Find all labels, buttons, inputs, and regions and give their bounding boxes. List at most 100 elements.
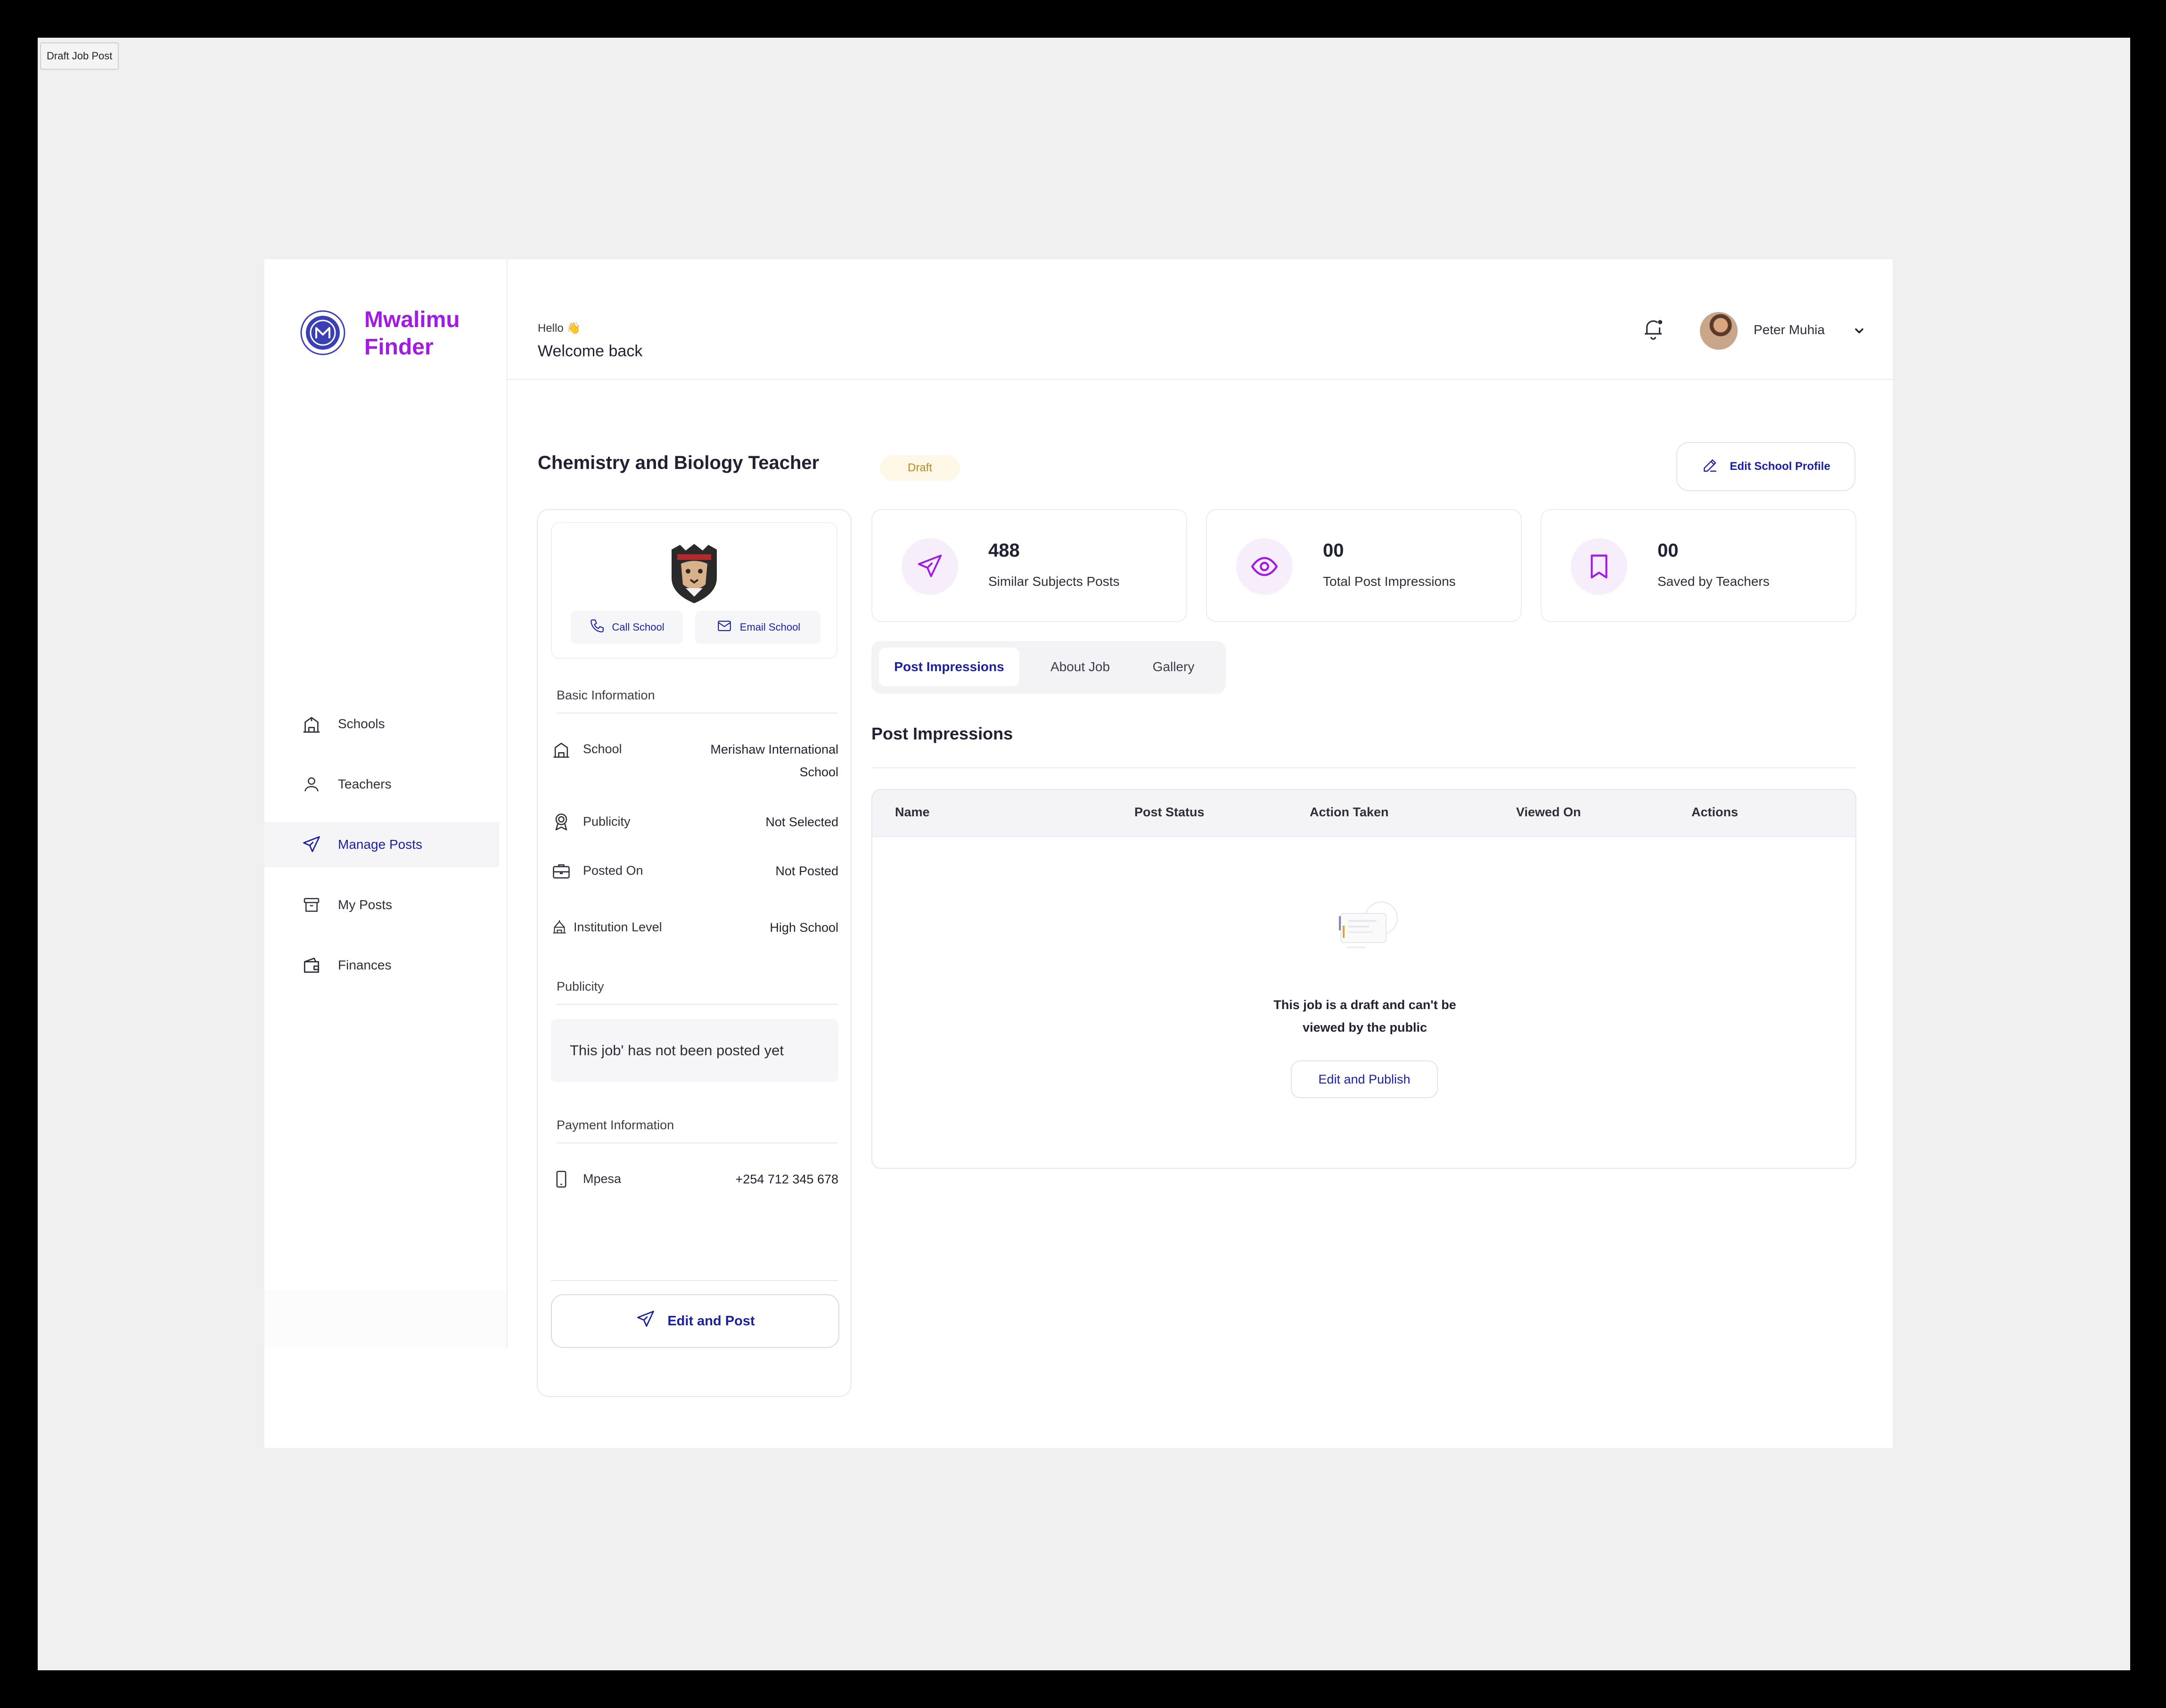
tab-about-job[interactable]: About Job bbox=[1032, 648, 1129, 686]
stat-card-similar-posts: 488 Similar Subjects Posts bbox=[871, 509, 1187, 622]
stat-value: 488 bbox=[988, 540, 1020, 561]
wallet-icon bbox=[300, 954, 323, 977]
stat-value: 00 bbox=[1323, 540, 1344, 561]
empty-state-illustration bbox=[1332, 899, 1402, 961]
page-title: Chemistry and Biology Teacher bbox=[538, 452, 820, 473]
empty-state-line2: viewed by the public bbox=[1302, 1020, 1428, 1035]
info-row-school: School Merishaw International School bbox=[551, 739, 838, 784]
school-contact-box: Call School Email School bbox=[551, 522, 837, 659]
brand-logo[interactable] bbox=[300, 310, 345, 355]
sidebar: Mwalimu Finder Schools Teachers Manage P… bbox=[264, 259, 508, 1348]
mobile-phone-icon bbox=[551, 1169, 572, 1190]
user-name[interactable]: Peter Muhia bbox=[1754, 322, 1825, 337]
briefcase-icon bbox=[551, 861, 572, 881]
sidebar-item-manage-posts[interactable]: Manage Posts bbox=[264, 822, 499, 867]
divider bbox=[557, 713, 837, 714]
edit-and-post-label: Edit and Post bbox=[667, 1313, 755, 1329]
chevron-down-icon[interactable] bbox=[1853, 324, 1866, 337]
archive-box-icon bbox=[300, 894, 323, 916]
institution-icon bbox=[551, 917, 568, 938]
stat-label: Similar Subjects Posts bbox=[988, 574, 1120, 589]
info-row-posted-on: Posted On Not Posted bbox=[551, 861, 838, 884]
payment-row: Mpesa +254 712 345 678 bbox=[551, 1169, 838, 1192]
stat-card-total-impressions: 00 Total Post Impressions bbox=[1206, 509, 1522, 622]
info-label: Publicity bbox=[583, 814, 631, 829]
empty-state-line1: This job is a draft and can't be bbox=[1273, 998, 1456, 1012]
brand-name-line1: Mwalimu bbox=[364, 307, 460, 332]
edit-and-post-button[interactable]: Edit and Post bbox=[551, 1294, 839, 1348]
phone-icon bbox=[589, 618, 605, 637]
edit-and-publish-button[interactable]: Edit and Publish bbox=[1291, 1060, 1438, 1098]
sidebar-item-teachers[interactable]: Teachers bbox=[264, 762, 499, 807]
section-title: Post Impressions bbox=[871, 724, 1013, 743]
sidebar-item-label: My Posts bbox=[338, 897, 393, 912]
column-header: Name bbox=[895, 805, 930, 819]
send-icon bbox=[902, 538, 958, 595]
column-header: Viewed On bbox=[1516, 805, 1581, 819]
sidebar-item-finances[interactable]: Finances bbox=[264, 943, 499, 988]
info-label: Institution Level bbox=[574, 920, 662, 934]
notification-bell-icon[interactable] bbox=[1641, 316, 1666, 341]
bookmark-icon bbox=[1571, 538, 1627, 595]
pencil-icon bbox=[1701, 456, 1719, 477]
sidebar-item-label: Manage Posts bbox=[338, 837, 422, 852]
info-value: Merishaw International School bbox=[710, 742, 838, 779]
info-value: Not Posted bbox=[775, 864, 838, 878]
tab-post-impressions[interactable]: Post Impressions bbox=[879, 648, 1019, 686]
app-window: Mwalimu Finder Schools Teachers Manage P… bbox=[264, 259, 1893, 1448]
info-row-publicity: Publicity Not Selected bbox=[551, 812, 838, 835]
award-badge-icon bbox=[551, 812, 572, 832]
column-header: Actions bbox=[1691, 805, 1739, 819]
brand-name[interactable]: Mwalimu Finder bbox=[364, 306, 487, 361]
welcome-text: Welcome back bbox=[538, 342, 643, 360]
eye-icon bbox=[1236, 538, 1293, 595]
column-header: Action Taken bbox=[1310, 805, 1389, 819]
sidebar-item-schools[interactable]: Schools bbox=[264, 701, 499, 747]
publicity-note: This job' has not been posted yet bbox=[551, 1019, 838, 1082]
payment-phone: +254 712 345 678 bbox=[735, 1172, 838, 1186]
send-icon bbox=[300, 833, 323, 856]
stat-card-saved-by-teachers: 00 Saved by Teachers bbox=[1541, 509, 1856, 622]
sidebar-item-label: Finances bbox=[338, 958, 392, 972]
avatar[interactable] bbox=[1700, 312, 1738, 350]
basic-info-heading: Basic Information bbox=[557, 688, 655, 702]
school-crest-logo bbox=[667, 541, 722, 605]
email-school-button[interactable]: Email School bbox=[695, 611, 820, 644]
job-info-card: Call School Email School Basic Informati… bbox=[537, 509, 852, 1397]
edit-school-profile-label: Edit School Profile bbox=[1730, 460, 1830, 473]
info-value: Not Selected bbox=[765, 815, 838, 829]
call-school-button[interactable]: Call School bbox=[571, 611, 683, 644]
status-badge: Draft bbox=[880, 455, 960, 481]
divider bbox=[551, 1280, 838, 1281]
impressions-table: Name Post Status Action Taken Viewed On … bbox=[871, 789, 1856, 1169]
sidebar-item-label: Teachers bbox=[338, 777, 392, 791]
info-row-institution-level: Institution Level High School bbox=[551, 917, 838, 941]
publicity-heading: Publicity bbox=[557, 979, 604, 994]
tab-gallery[interactable]: Gallery bbox=[1134, 648, 1213, 686]
stat-value: 00 bbox=[1657, 540, 1679, 561]
table-header: Name Post Status Action Taken Viewed On … bbox=[872, 790, 1855, 837]
call-school-label: Call School bbox=[612, 621, 665, 633]
brand-name-line2: Finder bbox=[364, 335, 434, 360]
canvas: Draft Job Post Mwalimu Finder Schools Te… bbox=[38, 38, 2130, 1670]
info-label: School bbox=[583, 742, 622, 756]
school-building-icon bbox=[300, 713, 323, 735]
user-icon bbox=[300, 773, 323, 796]
payment-method: Mpesa bbox=[583, 1172, 622, 1186]
column-header: Post Status bbox=[1134, 805, 1205, 819]
divider bbox=[871, 767, 1856, 768]
frame-label: Draft Job Post bbox=[40, 42, 119, 70]
tab-bar: Post Impressions About Job Gallery bbox=[871, 641, 1226, 694]
sidebar-footer bbox=[264, 1290, 507, 1348]
mail-icon bbox=[715, 618, 733, 637]
stat-label: Saved by Teachers bbox=[1657, 574, 1770, 589]
stat-label: Total Post Impressions bbox=[1323, 574, 1456, 589]
info-label: Posted On bbox=[583, 863, 643, 878]
payment-info-heading: Payment Information bbox=[557, 1118, 674, 1132]
email-school-label: Email School bbox=[739, 621, 801, 633]
sidebar-item-my-posts[interactable]: My Posts bbox=[264, 882, 499, 928]
divider bbox=[557, 1004, 837, 1005]
edit-school-profile-button[interactable]: Edit School Profile bbox=[1676, 442, 1855, 491]
sidebar-item-label: Schools bbox=[338, 716, 385, 731]
info-value: High School bbox=[770, 920, 838, 935]
